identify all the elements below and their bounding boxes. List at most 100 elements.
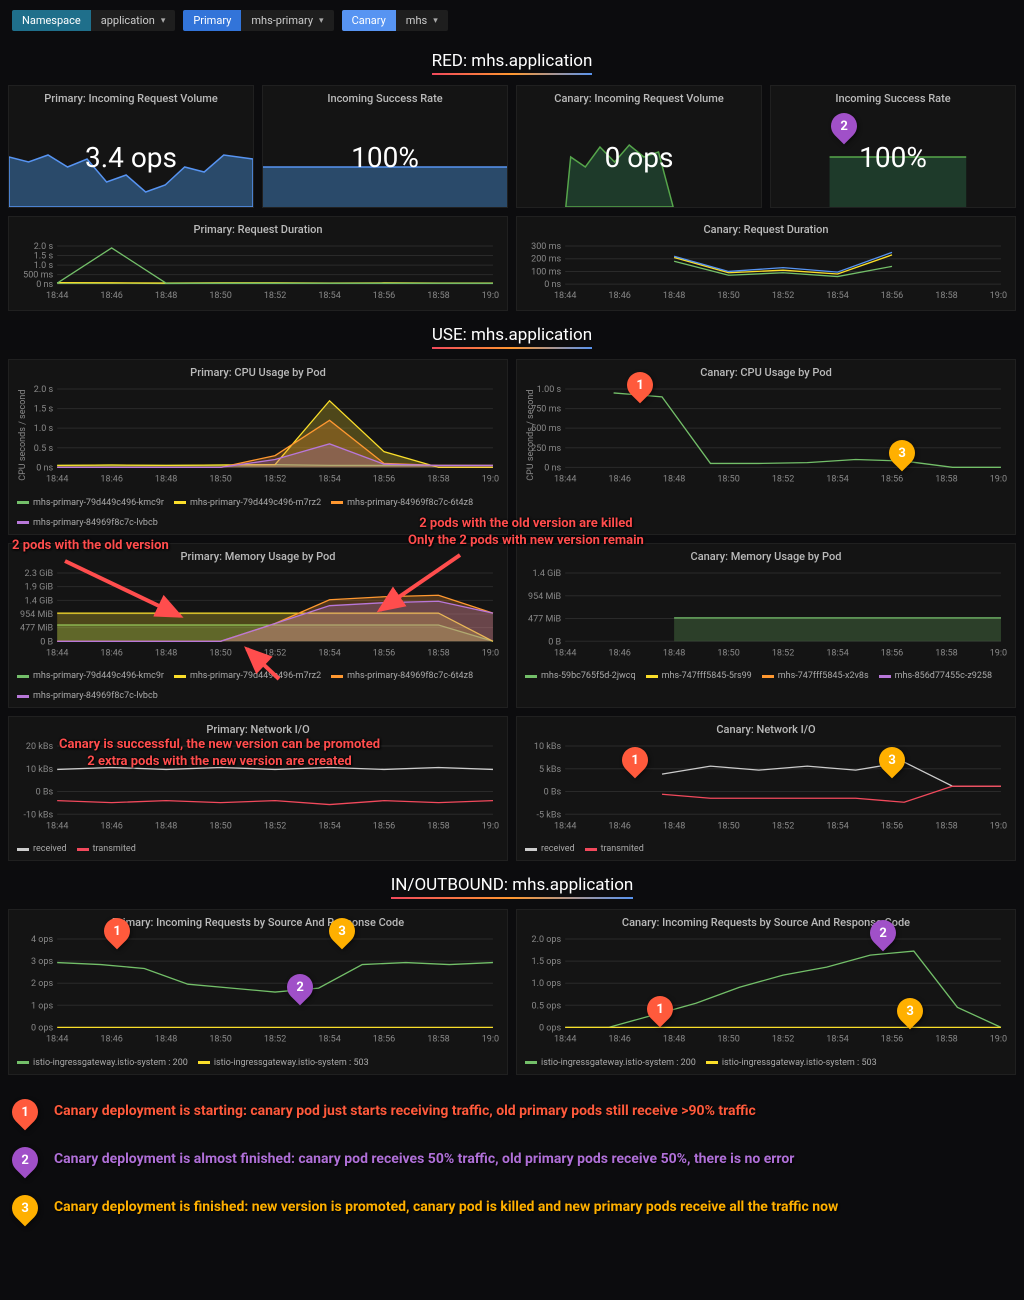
svg-text:18:54: 18:54 bbox=[826, 1035, 848, 1045]
legend-item[interactable]: transmited bbox=[77, 844, 136, 854]
svg-text:2.0 s: 2.0 s bbox=[34, 385, 54, 395]
svg-text:18:48: 18:48 bbox=[663, 648, 685, 658]
svg-text:CPU seconds / second: CPU seconds / second bbox=[526, 390, 536, 481]
svg-text:18:46: 18:46 bbox=[608, 291, 630, 301]
svg-text:1.5 ops: 1.5 ops bbox=[532, 958, 562, 968]
svg-text:18:44: 18:44 bbox=[46, 821, 68, 831]
svg-text:954 MiB: 954 MiB bbox=[528, 591, 562, 601]
panel-canary-req[interactable]: Canary: Incoming Requests by Source And … bbox=[516, 909, 1016, 1074]
svg-text:2 ops: 2 ops bbox=[31, 980, 54, 990]
explain-1: Canary deployment is starting: canary po… bbox=[54, 1102, 756, 1122]
svg-text:18:48: 18:48 bbox=[155, 291, 177, 301]
svg-text:200 ms: 200 ms bbox=[531, 255, 561, 265]
svg-text:18:56: 18:56 bbox=[373, 291, 395, 301]
svg-text:19:00: 19:00 bbox=[482, 648, 499, 658]
legend-item[interactable]: mhs-856d77455c-z9258 bbox=[879, 671, 992, 681]
svg-text:0 Bs: 0 Bs bbox=[544, 788, 562, 798]
legend-item[interactable]: received bbox=[525, 844, 575, 854]
legend-item[interactable]: istio-ingressgateway.istio-system : 503 bbox=[706, 1058, 877, 1068]
svg-text:18:54: 18:54 bbox=[826, 821, 848, 831]
stat-value: 100% bbox=[859, 141, 927, 174]
legend-item[interactable]: mhs-primary-79d449c496-kmc9r bbox=[17, 498, 164, 508]
svg-text:19:00: 19:00 bbox=[482, 821, 499, 831]
canary-value[interactable]: mhs bbox=[396, 10, 448, 31]
svg-text:19:00: 19:00 bbox=[482, 475, 499, 485]
svg-text:19:00: 19:00 bbox=[990, 821, 1007, 831]
panel-canary-net[interactable]: Canary: Network I/O -5 kBs0 Bs5 kBs10 kB… bbox=[516, 716, 1016, 861]
legend-item[interactable]: mhs-primary-84969f8c7c-lvbcb bbox=[17, 518, 158, 528]
panel-primary-duration[interactable]: Primary: Request Duration 0 ns500 ms1.0 … bbox=[8, 216, 508, 311]
panel-primary-req[interactable]: Primary: Incoming Requests by Source And… bbox=[8, 909, 508, 1074]
svg-text:10 kBs: 10 kBs bbox=[26, 765, 54, 775]
panel-canary-duration[interactable]: Canary: Request Duration 0 ns100 ms200 m… bbox=[516, 216, 1016, 311]
panel-primary-cpu[interactable]: Primary: CPU Usage by Pod 0 ns0.5 s1.0 s… bbox=[8, 359, 508, 534]
legend-item[interactable]: istio-ingressgateway.istio-system : 200 bbox=[525, 1058, 696, 1068]
svg-text:18:44: 18:44 bbox=[46, 475, 68, 485]
legend-item[interactable]: mhs-primary-84969f8c7c-6t4z8 bbox=[331, 671, 473, 681]
panel-canary-volume[interactable]: Canary: Incoming Request Volume 0 ops bbox=[516, 85, 762, 208]
svg-text:18:48: 18:48 bbox=[663, 821, 685, 831]
svg-text:18:52: 18:52 bbox=[772, 291, 794, 301]
svg-text:18:54: 18:54 bbox=[318, 1035, 340, 1045]
svg-text:0 Bs: 0 Bs bbox=[36, 788, 54, 798]
legend-item[interactable]: mhs-59bc765f5d-2jwcq bbox=[525, 671, 636, 681]
svg-text:18:50: 18:50 bbox=[209, 821, 231, 831]
legend-item[interactable]: mhs-primary-79d449c496-m7rz2 bbox=[174, 498, 321, 508]
svg-text:18:58: 18:58 bbox=[427, 1035, 449, 1045]
svg-text:18:50: 18:50 bbox=[717, 475, 739, 485]
legend-item[interactable]: istio-ingressgateway.istio-system : 503 bbox=[198, 1058, 369, 1068]
panel-primary-net[interactable]: Primary: Network I/O -10 kBs0 Bs10 kBs20… bbox=[8, 716, 508, 861]
canary-filter[interactable]: Canary mhs bbox=[342, 10, 448, 31]
legend-item[interactable]: transmited bbox=[585, 844, 644, 854]
legend-item[interactable]: mhs-primary-79d449c496-kmc9r bbox=[17, 671, 164, 681]
legend-item[interactable]: istio-ingressgateway.istio-system : 200 bbox=[17, 1058, 188, 1068]
panel-canary-mem[interactable]: Canary: Memory Usage by Pod 0 B477 MiB95… bbox=[516, 543, 1016, 708]
svg-text:19:00: 19:00 bbox=[482, 1035, 499, 1045]
legend-item[interactable]: mhs-747fff5845-5rs99 bbox=[646, 671, 752, 681]
svg-text:18:48: 18:48 bbox=[155, 475, 177, 485]
filter-bar: Namespace application Primary mhs-primar… bbox=[0, 0, 1024, 41]
svg-text:19:00: 19:00 bbox=[482, 291, 499, 301]
primary-filter[interactable]: Primary mhs-primary bbox=[183, 10, 333, 31]
svg-text:18:50: 18:50 bbox=[717, 648, 739, 658]
svg-text:18:46: 18:46 bbox=[608, 648, 630, 658]
svg-text:0 B: 0 B bbox=[548, 637, 561, 647]
namespace-filter[interactable]: Namespace application bbox=[12, 10, 175, 31]
svg-text:18:48: 18:48 bbox=[155, 1035, 177, 1045]
svg-text:18:44: 18:44 bbox=[46, 291, 68, 301]
svg-text:0 ops: 0 ops bbox=[31, 1024, 54, 1034]
namespace-value[interactable]: application bbox=[91, 10, 176, 31]
svg-text:18:44: 18:44 bbox=[554, 821, 576, 831]
svg-text:1.4 GiB: 1.4 GiB bbox=[24, 596, 53, 606]
svg-text:18:56: 18:56 bbox=[881, 821, 903, 831]
bubble-2: 2 bbox=[7, 1141, 44, 1178]
legend-item[interactable]: mhs-747fff5845-x2v8s bbox=[762, 671, 869, 681]
explain-2: Canary deployment is almost finished: ca… bbox=[54, 1150, 794, 1170]
svg-text:18:56: 18:56 bbox=[373, 648, 395, 658]
svg-text:18:52: 18:52 bbox=[772, 1035, 794, 1045]
panel-primary-success[interactable]: Incoming Success Rate 100% bbox=[262, 85, 508, 208]
panel-primary-volume[interactable]: Primary: Incoming Request Volume 3.4 ops bbox=[8, 85, 254, 208]
panel-canary-cpu[interactable]: Canary: CPU Usage by Pod 0 ns250 ms500 m… bbox=[516, 359, 1016, 534]
svg-text:18:50: 18:50 bbox=[717, 1035, 739, 1045]
svg-text:18:44: 18:44 bbox=[554, 1035, 576, 1045]
svg-text:2.0 s: 2.0 s bbox=[34, 242, 54, 252]
panel-canary-success[interactable]: Incoming Success Rate 100% 2 bbox=[770, 85, 1016, 208]
svg-text:100 ms: 100 ms bbox=[531, 267, 561, 277]
legend-item[interactable]: mhs-primary-84969f8c7c-6t4z8 bbox=[331, 498, 473, 508]
primary-label: Primary bbox=[183, 10, 241, 31]
primary-value[interactable]: mhs-primary bbox=[241, 10, 333, 31]
svg-text:18:52: 18:52 bbox=[264, 291, 286, 301]
svg-text:477 MiB: 477 MiB bbox=[528, 614, 562, 624]
svg-text:1.0 s: 1.0 s bbox=[34, 424, 54, 434]
svg-text:18:46: 18:46 bbox=[608, 821, 630, 831]
svg-text:0 B: 0 B bbox=[40, 637, 53, 647]
legend-item[interactable]: received bbox=[17, 844, 67, 854]
svg-text:19:00: 19:00 bbox=[990, 1035, 1007, 1045]
stat-value: 3.4 ops bbox=[85, 141, 177, 174]
svg-text:18:46: 18:46 bbox=[100, 291, 122, 301]
svg-text:1 ops: 1 ops bbox=[31, 1002, 54, 1012]
legend-item[interactable]: mhs-primary-84969f8c7c-lvbcb bbox=[17, 691, 158, 701]
svg-text:18:50: 18:50 bbox=[209, 291, 231, 301]
svg-text:2.0 ops: 2.0 ops bbox=[532, 935, 562, 945]
